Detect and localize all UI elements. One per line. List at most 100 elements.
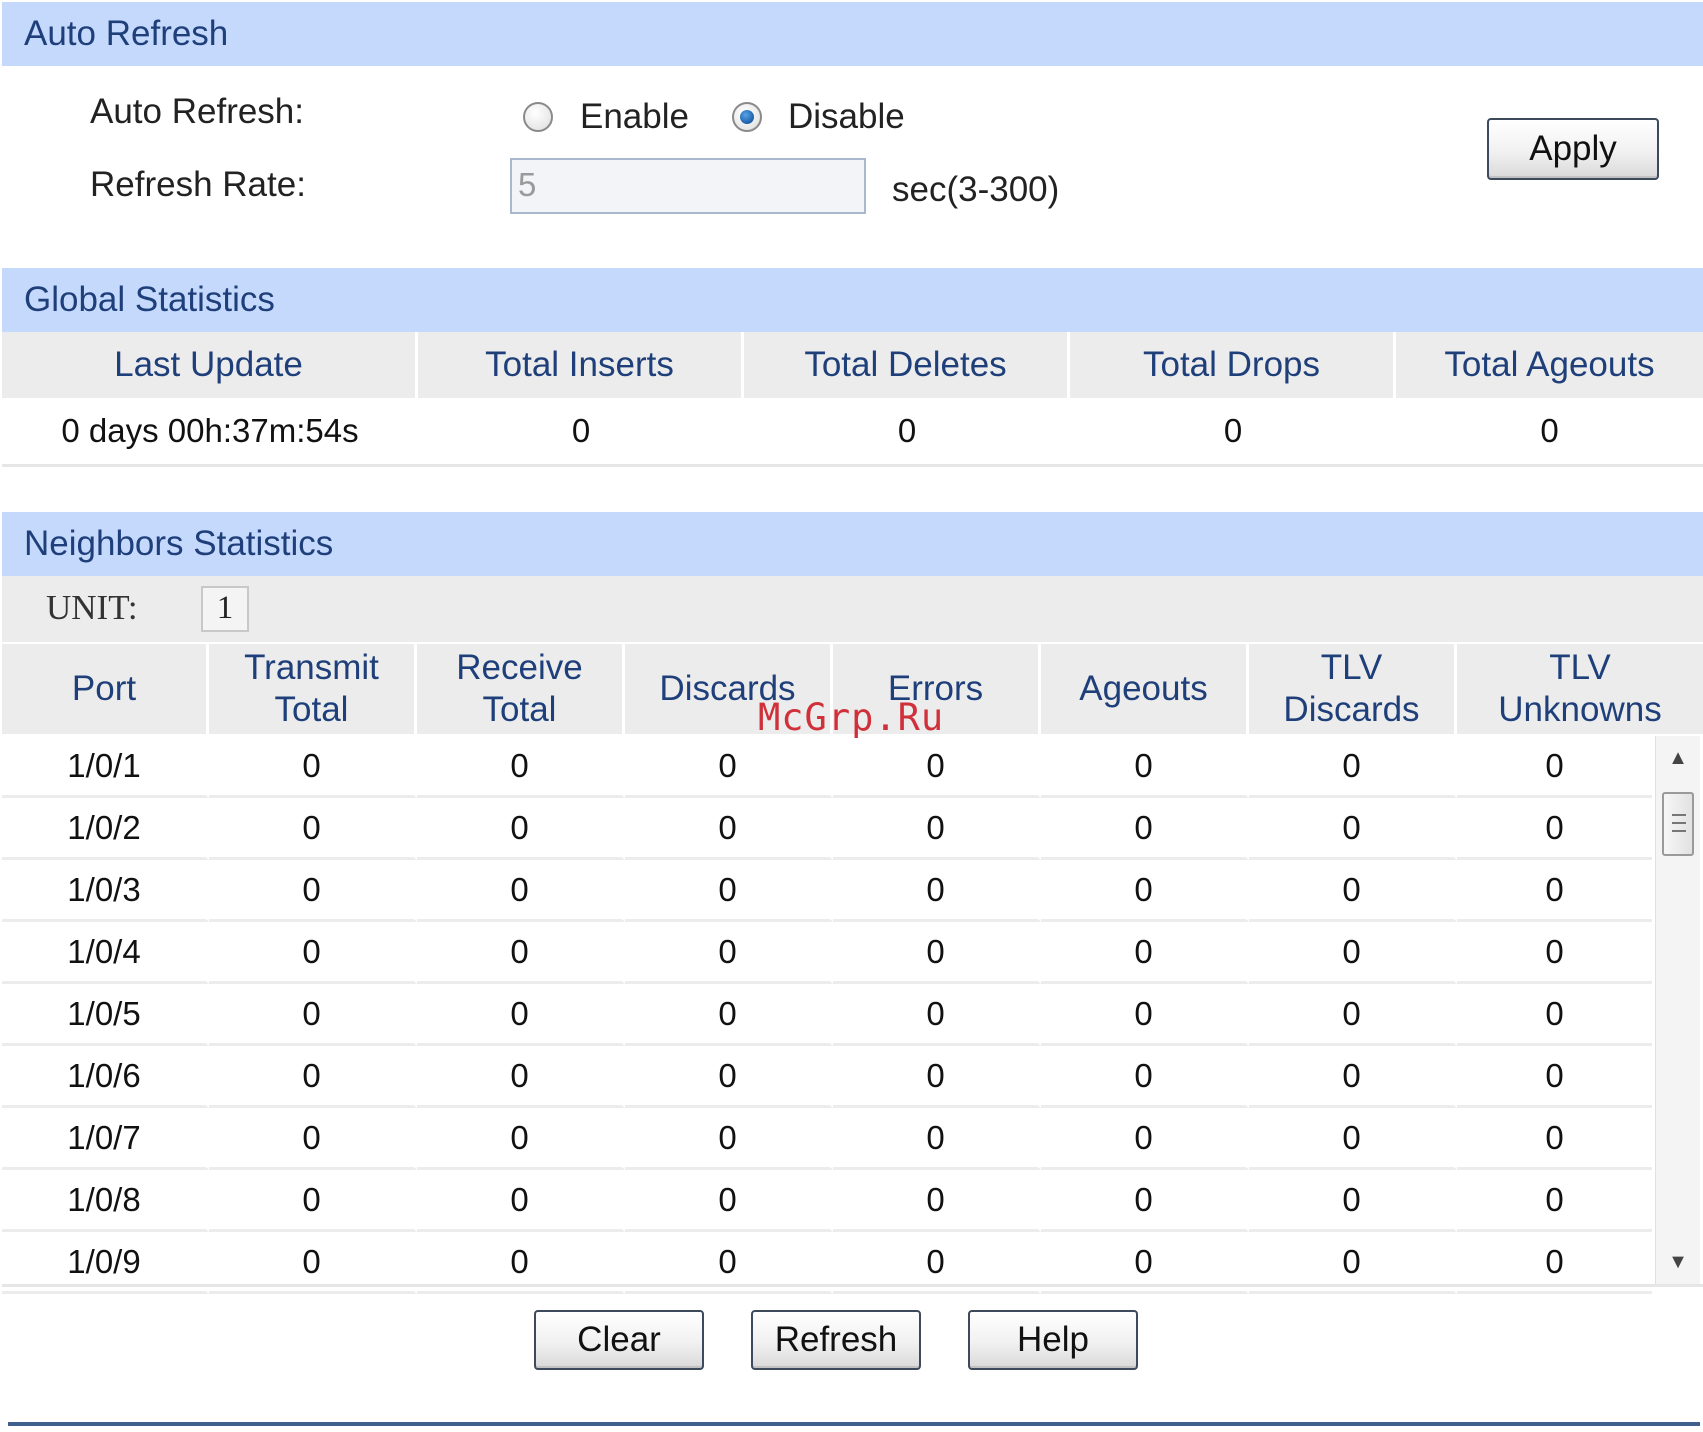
table-cell: 0 [1041, 1108, 1249, 1170]
table-cell: 0 [1041, 922, 1249, 984]
global-statistics-table: Last Update Total Inserts Total Deletes … [2, 332, 1703, 467]
table-cell: 0 [209, 860, 417, 922]
table-cell: 0 [833, 984, 1041, 1046]
table-cell: 0 [1041, 1170, 1249, 1232]
table-cell: 0 [1457, 736, 1652, 798]
auto-refresh-header: Auto Refresh [2, 2, 1703, 66]
table-cell: 0 [417, 736, 625, 798]
table-row-port: 1/0/7 [2, 1108, 209, 1170]
table-cell: 0 [625, 860, 833, 922]
bottom-divider [8, 1422, 1700, 1426]
table-cell: 0 [625, 1170, 833, 1232]
table-cell: 0 [833, 1046, 1041, 1108]
global-total-inserts-value: 0 [571, 412, 591, 449]
table-cell: 0 [417, 798, 625, 860]
clear-button[interactable]: Clear [534, 1310, 704, 1370]
disable-radio[interactable] [732, 102, 762, 132]
global-col-total-inserts: Total Inserts [418, 332, 744, 398]
neighbors-statistics-header: Neighbors Statistics [2, 512, 1703, 576]
unit-label: UNIT: [46, 588, 138, 627]
table-row-port: 1/0/2 [2, 798, 209, 860]
table-cell: 0 [1249, 736, 1457, 798]
table-row-port: 1/0/1 [2, 736, 209, 798]
table-cell: 0 [209, 1108, 417, 1170]
table-cell: 0 [1041, 984, 1249, 1046]
refresh-rate-unit: sec(3-300) [892, 170, 1060, 209]
global-col-last-update: Last Update [2, 332, 418, 398]
enable-radio-label[interactable]: Enable [580, 97, 689, 137]
neighbors-col-receive-total: Receive Total [417, 644, 625, 734]
table-row-port: 1/0/4 [2, 922, 209, 984]
help-button[interactable]: Help [968, 1310, 1138, 1370]
global-total-drops-value: 0 [1223, 412, 1243, 449]
table-cell: 0 [1457, 984, 1652, 1046]
global-statistics-header: Global Statistics [2, 268, 1703, 332]
table-cell: 0 [1249, 798, 1457, 860]
enable-radio[interactable] [523, 102, 553, 132]
global-col-total-ageouts: Total Ageouts [1396, 332, 1703, 398]
table-cell: 0 [625, 798, 833, 860]
neighbors-col-tlv-unknowns: TLV Unknowns [1457, 644, 1703, 734]
table-cell: 0 [417, 1108, 625, 1170]
unit-selector-row: UNIT: 1 [2, 576, 1703, 642]
table-cell: 0 [1041, 798, 1249, 860]
table-cell: 0 [1249, 922, 1457, 984]
neighbors-table-body: 1/0/1 0 0 0 0 0 0 0 1/0/2 0 0 0 0 0 0 0 1/0/3 0 0 0 0 0 0 0 1/0/… [2, 736, 1652, 1294]
table-cell: 0 [833, 922, 1041, 984]
neighbors-col-tlv-discards: TLV Discards [1249, 644, 1457, 734]
neighbors-col-ageouts: Ageouts [1041, 644, 1249, 734]
scrollbar-thumb[interactable] [1662, 792, 1694, 856]
refresh-rate-input[interactable]: 5 [510, 158, 866, 214]
table-cell: 0 [1249, 984, 1457, 1046]
table-row-port: 1/0/5 [2, 984, 209, 1046]
table-cell: 0 [625, 1046, 833, 1108]
unit-1-box[interactable]: 1 [201, 586, 249, 632]
table-cell: 0 [417, 1046, 625, 1108]
table-cell: 0 [1249, 1046, 1457, 1108]
global-total-ageouts-value: 0 [1540, 412, 1559, 449]
table-row-port: 1/0/8 [2, 1170, 209, 1232]
table-cell: 0 [833, 736, 1041, 798]
table-cell: 0 [1457, 1108, 1652, 1170]
table-cell: 0 [1457, 1046, 1652, 1108]
table-cell: 0 [1249, 860, 1457, 922]
table-cell: 0 [625, 984, 833, 1046]
table-cell: 0 [417, 1170, 625, 1232]
neighbors-scrollbar[interactable]: ▲ ▼ [1655, 736, 1700, 1284]
table-cell: 0 [625, 736, 833, 798]
table-cell: 0 [417, 984, 625, 1046]
watermark-text: McGrp.Ru [758, 696, 945, 739]
table-cell: 0 [209, 736, 417, 798]
table-cell: 0 [417, 860, 625, 922]
auto-refresh-label: Auto Refresh: [90, 92, 304, 131]
table-cell: 0 [1457, 798, 1652, 860]
table-cell: 0 [417, 922, 625, 984]
table-cell: 0 [625, 922, 833, 984]
disable-radio-label[interactable]: Disable [788, 97, 905, 137]
table-cell: 0 [209, 984, 417, 1046]
table-cell: 0 [833, 1108, 1041, 1170]
refresh-button[interactable]: Refresh [751, 1310, 921, 1370]
table-cell: 0 [833, 1170, 1041, 1232]
apply-button[interactable]: Apply [1487, 118, 1659, 180]
lldp-statistics-page: Auto Refresh Auto Refresh: Enable Disabl… [0, 0, 1703, 1432]
table-cell: 0 [209, 1170, 417, 1232]
table-cell: 0 [1041, 860, 1249, 922]
table-cell: 0 [1457, 860, 1652, 922]
scroll-up-arrow-icon[interactable]: ▲ [1664, 744, 1692, 772]
table-cell: 0 [625, 1108, 833, 1170]
neighbors-col-port: Port [2, 644, 209, 734]
table-cell: 0 [1249, 1170, 1457, 1232]
neighbors-col-transmit-total: Transmit Total [209, 644, 417, 734]
table-cell: 0 [1249, 1108, 1457, 1170]
table-cell: 0 [209, 1046, 417, 1108]
table-cell: 0 [1457, 922, 1652, 984]
global-last-update-value: 0 days 00h:37m:54s [61, 412, 359, 449]
table-cell: 0 [1041, 1046, 1249, 1108]
global-total-deletes-value: 0 [897, 412, 917, 449]
table-cell: 0 [833, 798, 1041, 860]
global-col-total-deletes: Total Deletes [744, 332, 1070, 398]
table-cell: 0 [209, 922, 417, 984]
table-cell: 0 [833, 860, 1041, 922]
scroll-down-arrow-icon[interactable]: ▼ [1664, 1248, 1692, 1276]
